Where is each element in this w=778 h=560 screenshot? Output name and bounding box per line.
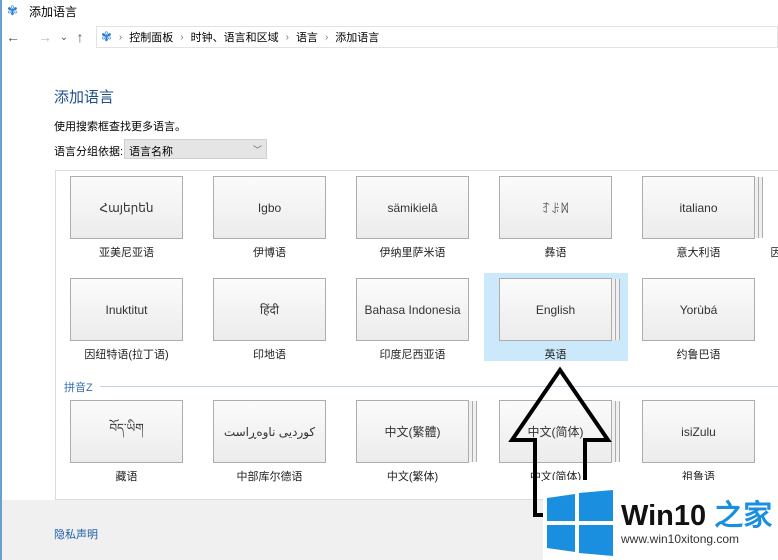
watermark-brand: Win10: [621, 500, 707, 532]
watermark: Win10 之家 www.win10xitong.com: [543, 480, 778, 560]
windows-logo-icon: [547, 490, 613, 556]
watermark-url: www.win10xitong.com: [621, 532, 740, 546]
watermark-brand-accent: 之家: [714, 500, 773, 532]
annotation-arrow: [508, 366, 612, 517]
